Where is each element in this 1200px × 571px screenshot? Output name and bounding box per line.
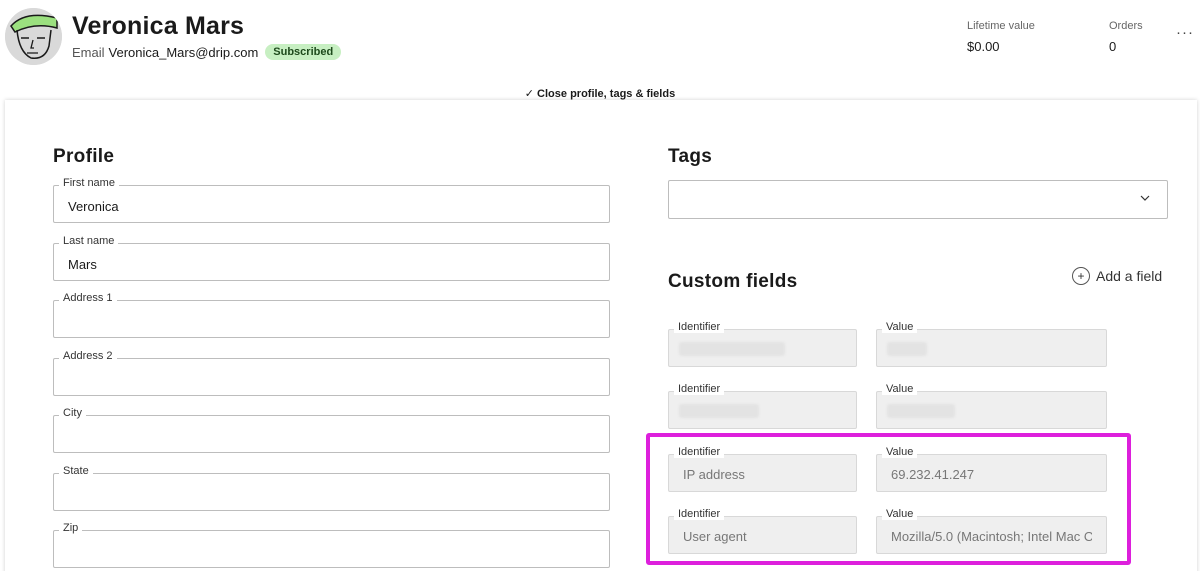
state-field[interactable]: State: [53, 465, 610, 511]
value-field[interactable]: Value Mozilla/5.0 (Macintosh; Intel Mac …: [876, 508, 1107, 554]
plus-circle-icon: +: [1072, 267, 1090, 285]
field-value: User agent: [683, 529, 747, 544]
add-field-button[interactable]: + Add a field: [1072, 267, 1162, 285]
identifier-field[interactable]: Identifier User agent: [668, 508, 857, 554]
field-label: Identifier: [674, 446, 725, 458]
chevron-down-icon: [1140, 195, 1150, 201]
contact-name: Veronica Mars: [72, 12, 245, 40]
address2-field[interactable]: Address 2: [53, 350, 610, 396]
field-label: Address 2: [59, 350, 117, 362]
close-profile-link[interactable]: ✓ Close profile, tags & fields: [0, 87, 1200, 100]
custom-fields-title: Custom fields: [668, 271, 798, 292]
identifier-field[interactable]: Identifier: [668, 321, 857, 367]
last-name-field[interactable]: Last name Mars: [53, 235, 610, 281]
email-label: Email: [72, 44, 105, 60]
stat-value: 0: [1109, 39, 1117, 54]
stat-lifetime-value: Lifetime value $0.00: [967, 20, 1035, 54]
redacted-value: [679, 342, 785, 356]
value-field[interactable]: Value: [876, 321, 1107, 367]
add-field-label: Add a field: [1096, 268, 1163, 284]
avatar: [5, 8, 62, 65]
tags-select[interactable]: [668, 180, 1168, 219]
field-label: State: [59, 465, 93, 477]
field-label: Value: [882, 446, 918, 458]
email-row: Email Veronica_Mars@drip.com Subscribed: [72, 44, 342, 60]
email-value: Veronica_Mars@drip.com: [108, 44, 259, 60]
field-label: First name: [59, 177, 119, 189]
first-name-field[interactable]: First name Veronica: [53, 177, 610, 223]
identifier-field[interactable]: Identifier IP address: [668, 446, 857, 492]
zip-field[interactable]: Zip: [53, 522, 610, 568]
profile-title: Profile: [53, 146, 115, 167]
value-field[interactable]: Value: [876, 383, 1107, 429]
profile-panel: Profile First name Veronica Last name Ma…: [5, 100, 1197, 571]
field-label: Identifier: [674, 508, 725, 520]
field-label: Identifier: [674, 321, 725, 333]
value-field[interactable]: Value 69.232.41.247: [876, 446, 1107, 492]
field-value: IP address: [683, 467, 745, 482]
field-label: Value: [882, 321, 918, 333]
stat-label: Orders: [1109, 20, 1143, 32]
field-value: Mozilla/5.0 (Macintosh; Intel Mac OS X: [891, 529, 1092, 544]
stat-orders: Orders 0: [1109, 20, 1143, 54]
stat-value: $0.00: [967, 39, 1000, 54]
redacted-value: [887, 342, 927, 356]
field-label: Value: [882, 508, 918, 520]
field-label: Address 1: [59, 292, 117, 304]
field-value: Mars: [68, 257, 97, 272]
field-label: City: [59, 407, 86, 419]
field-label: Value: [882, 383, 918, 395]
redacted-value: [679, 404, 759, 418]
avatar-illustration: [5, 8, 62, 65]
identifier-field[interactable]: Identifier: [668, 383, 857, 429]
field-label: Zip: [59, 522, 83, 534]
redacted-value: [887, 404, 955, 418]
field-label: Last name: [59, 235, 119, 247]
status-badge: Subscribed: [265, 44, 342, 60]
tags-title: Tags: [668, 146, 713, 167]
more-horizontal-icon[interactable]: ···: [1176, 24, 1194, 41]
address1-field[interactable]: Address 1: [53, 292, 610, 338]
field-label: Identifier: [674, 383, 725, 395]
field-value: Veronica: [68, 199, 119, 214]
city-field[interactable]: City: [53, 407, 610, 453]
stat-label: Lifetime value: [967, 20, 1035, 32]
field-value: 69.232.41.247: [891, 467, 975, 482]
